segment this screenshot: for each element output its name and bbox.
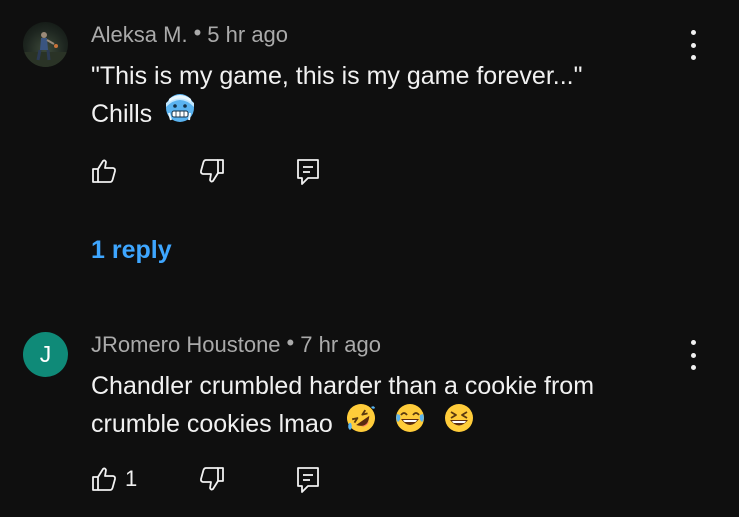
more-dot: [690, 30, 696, 35]
comment: Aleksa M. • 5 hr ago "This is my game, thi…: [0, 0, 739, 300]
avatar[interactable]: [23, 22, 68, 67]
more-dot: [690, 42, 696, 48]
comment: J JRomero Houstone • 7 hr ago Chandler cru…: [0, 310, 739, 517]
meta-separator: •: [193, 20, 202, 45]
avatar-photo-figure: [23, 32, 68, 67]
comment-text-line-with-emoji: crumble cookies lmao: [91, 403, 671, 446]
reply-button[interactable]: [295, 158, 321, 186]
comment-text-line: "This is my game, this is my game foreve…: [91, 62, 583, 90]
more-options-button[interactable]: [683, 340, 703, 370]
comment-reply-icon: [297, 159, 319, 185]
comment-text-line: Chandler crumbled harder than a cookie f…: [91, 372, 595, 400]
comment-text-line: Chills: [91, 100, 153, 129]
thumbs-down-icon: [200, 159, 224, 183]
more-dot: [690, 352, 696, 358]
reply-button[interactable]: [295, 466, 321, 494]
like-count: 1: [125, 466, 138, 491]
comment-text-line: crumble cookies lmao: [91, 410, 333, 439]
comment-time[interactable]: 7 hr ago: [300, 332, 381, 357]
comment-text: Chandler crumbled harder than a cookie f…: [91, 368, 671, 446]
like-button[interactable]: 1: [91, 466, 137, 492]
more-dot: [690, 55, 696, 60]
comment-reply-icon: [297, 467, 319, 493]
thumbs-up-icon: [92, 467, 116, 491]
more-options-button[interactable]: [683, 30, 703, 60]
thumbs-up-icon: [92, 159, 116, 183]
dislike-button[interactable]: [199, 466, 225, 492]
like-button[interactable]: [91, 158, 125, 184]
comment-text: "This is my game, this is my game foreve…: [91, 58, 671, 136]
cold-face-emoji-icon: [165, 93, 195, 134]
more-dot: [690, 340, 696, 345]
author-name[interactable]: Aleksa M.: [91, 22, 188, 47]
view-replies-link[interactable]: 1 reply: [91, 236, 172, 265]
more-dot: [690, 365, 696, 370]
comment-meta: Aleksa M. • 5 hr ago: [91, 20, 288, 48]
rolling-on-floor-laughing-emoji-icon: [346, 403, 376, 444]
avatar[interactable]: J: [23, 332, 68, 377]
grinning-squinting-emoji-icon: [444, 403, 474, 444]
meta-separator: •: [286, 330, 295, 355]
tears-of-joy-emoji-icon: [395, 403, 425, 444]
comment-text-line-with-emoji: Chills: [91, 93, 671, 136]
thumbs-down-icon: [200, 467, 224, 491]
comment-time[interactable]: 5 hr ago: [207, 22, 288, 47]
dislike-button[interactable]: [199, 158, 225, 184]
author-name[interactable]: JRomero Houstone: [91, 332, 281, 357]
comment-meta: JRomero Houstone • 7 hr ago: [91, 330, 381, 358]
